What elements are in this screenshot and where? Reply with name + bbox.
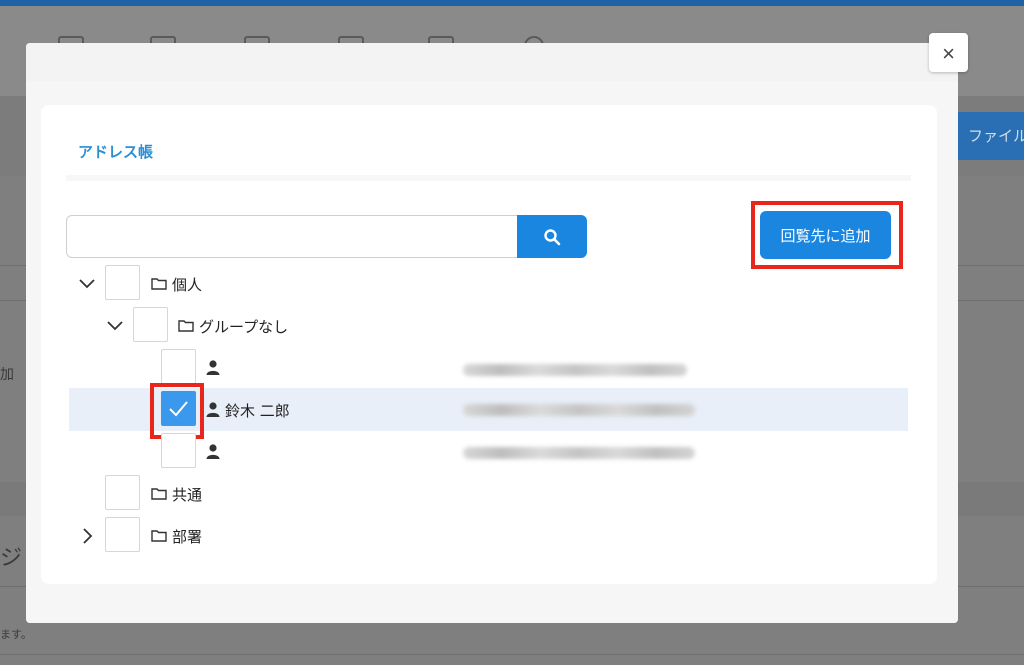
user-icon (206, 444, 220, 459)
bg-left-heading: ジ (0, 546, 23, 571)
search-input[interactable] (66, 215, 518, 258)
file-button[interactable]: ファイル (958, 112, 1024, 160)
checkbox-common[interactable] (105, 475, 140, 510)
card-divider (66, 175, 911, 181)
tree-node-personal[interactable]: 個人 (172, 274, 202, 295)
modal-header (26, 43, 958, 81)
close-icon: × (942, 41, 955, 66)
bg-left-label: 加 (0, 367, 14, 383)
chevron-down-icon[interactable] (77, 274, 97, 294)
checkbox-contact-1[interactable] (161, 349, 196, 384)
bg-divider (0, 654, 1024, 655)
chevron-right-icon[interactable] (77, 526, 97, 546)
tree-node-common[interactable]: 共通 (172, 484, 202, 505)
card-title: アドレス帳 (78, 143, 154, 161)
folder-icon (178, 320, 194, 332)
add-to-circulation-button[interactable]: 回覧先に追加 (760, 211, 891, 259)
checkbox-personal[interactable] (105, 265, 140, 300)
address-book-card: アドレス帳 回覧先に追加 (41, 105, 937, 584)
checkbox-contact-3[interactable] (161, 433, 196, 468)
contact-1-email (463, 364, 687, 376)
search-button[interactable] (517, 215, 587, 258)
checkbox-highlight (150, 383, 204, 439)
tree-node-no-group[interactable]: グループなし (199, 316, 288, 337)
search-icon (544, 229, 561, 246)
chevron-down-icon[interactable] (105, 316, 125, 336)
checkbox-no-group[interactable] (133, 307, 168, 342)
contact-selected-name[interactable]: 鈴木 二郎 (225, 400, 290, 421)
user-icon (206, 360, 220, 375)
folder-icon (151, 488, 167, 500)
close-button[interactable]: × (929, 33, 968, 72)
bg-left-note: ます。 (0, 628, 32, 641)
folder-icon (151, 530, 167, 542)
user-icon (206, 402, 220, 417)
checkbox-department[interactable] (105, 517, 140, 552)
contact-selected-email (463, 404, 695, 416)
tree-node-department[interactable]: 部署 (172, 526, 202, 547)
contact-3-email (463, 447, 695, 459)
folder-icon (151, 278, 167, 290)
